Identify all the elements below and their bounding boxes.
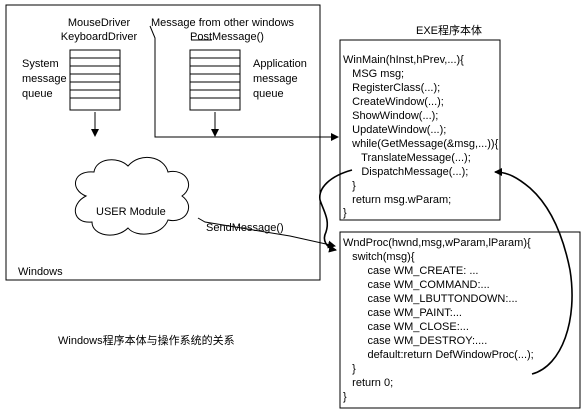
- application-message-queue-stack: [189, 49, 241, 111]
- exe-code-line-5: ShowWindow(...);: [343, 110, 439, 122]
- system-queue-label-1: System: [22, 58, 59, 70]
- exe-code-line-2: MSG msg;: [343, 68, 405, 80]
- wndproc-code-line-8: case WM_DESTROY:....: [343, 335, 488, 347]
- app-queue-label-1: Application: [253, 58, 307, 70]
- exe-code-line-1: WinMain(hInst,hPrev,...){: [343, 54, 464, 66]
- mouse-driver-label: MouseDriver: [67, 17, 131, 29]
- exe-code-line-12: }: [343, 207, 347, 219]
- wndproc-code-line-10: }: [343, 363, 356, 375]
- exe-code-line-4: CreateWindow(...);: [343, 96, 444, 108]
- windows-label: Windows: [18, 266, 63, 278]
- diagram-caption: Windows程序本体与操作系统的关系: [58, 335, 235, 347]
- exe-code-line-3: RegisterClass(...);: [343, 82, 441, 94]
- exe-code-line-9: DispatchMessage(...);: [343, 166, 469, 178]
- user-module-label: USER Module: [96, 206, 166, 218]
- wndproc-code-line-12: }: [343, 391, 347, 403]
- windows-box: [5, 4, 321, 281]
- wndproc-code-line-6: case WM_PAINT:...: [343, 307, 462, 319]
- exe-code-line-7: while(GetMessage(&msg,...)){: [343, 138, 499, 150]
- other-windows-label: Message from other windows: [151, 17, 295, 29]
- send-message-label: SendMessage(): [206, 222, 284, 234]
- wndproc-code-line-4: case WM_COMMAND:...: [343, 279, 490, 291]
- diagram-canvas: MouseDriver KeyboardDriver Message from …: [0, 0, 582, 412]
- system-queue-label-2: message: [22, 73, 67, 85]
- wndproc-code-line-11: return 0;: [343, 377, 394, 389]
- wndproc-code-line-5: case WM_LBUTTONDOWN:...: [343, 293, 518, 305]
- post-message-label: PostMessage(): [190, 31, 264, 43]
- system-message-queue-stack: [69, 49, 121, 111]
- exe-title: EXE程序本体: [416, 25, 483, 37]
- wndproc-code-line-2: switch(msg){: [343, 251, 415, 263]
- exe-code-line-10: }: [343, 180, 356, 192]
- user-module-cloud: [75, 157, 189, 236]
- keyboard-driver-label: KeyboardDriver: [60, 31, 138, 43]
- wndproc-code-line-1: WndProc(hwnd,msg,wParam,lParam){: [343, 237, 531, 249]
- wndproc-code-line-3: case WM_CREATE: ...: [343, 265, 479, 277]
- exe-code-line-6: UpdateWindow(...);: [343, 124, 447, 136]
- wndproc-code-line-9: default:return DefWindowProc(...);: [343, 349, 534, 361]
- app-queue-label-2: message: [253, 73, 298, 85]
- system-queue-label-3: queue: [22, 88, 53, 100]
- exe-code-line-11: return msg.wParam;: [343, 194, 452, 206]
- wndproc-code-line-7: case WM_CLOSE:...: [343, 321, 469, 333]
- exe-code-line-8: TranslateMessage(...);: [343, 152, 471, 164]
- app-queue-label-3: queue: [253, 88, 284, 100]
